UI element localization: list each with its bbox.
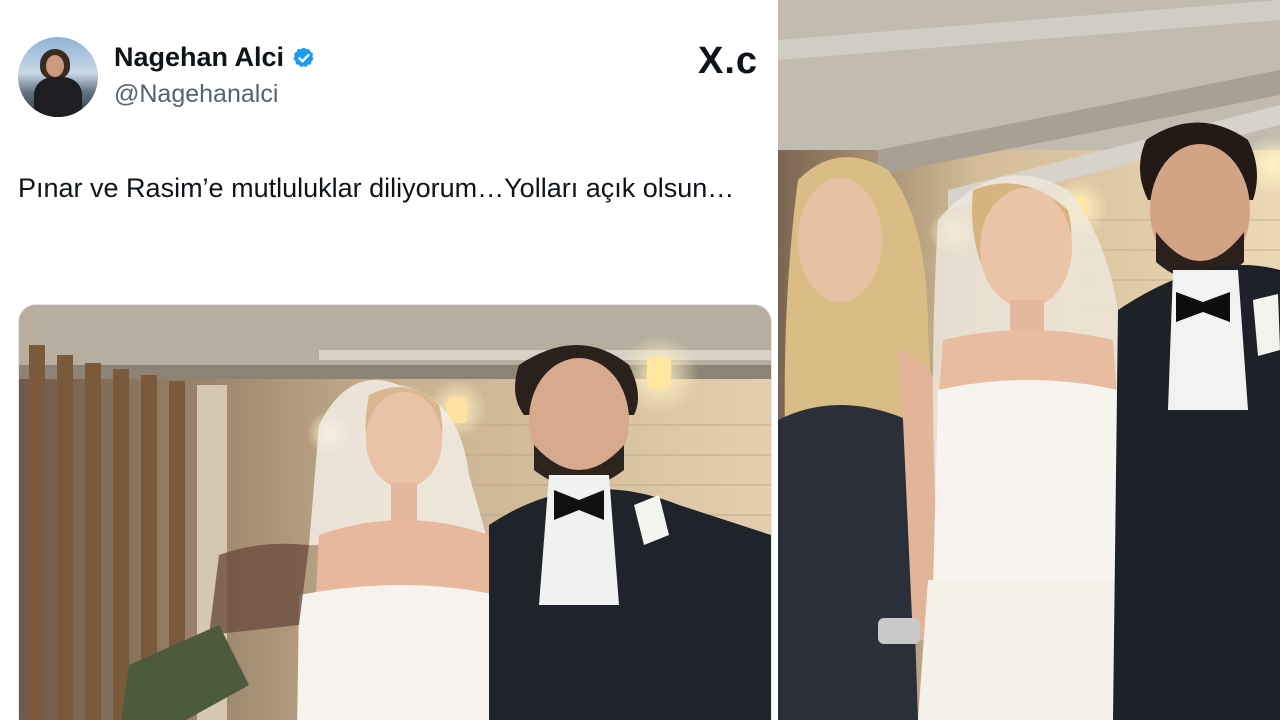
- tweet-media-photo[interactable]: [18, 304, 772, 720]
- display-name-row[interactable]: Nagehan Alci: [114, 42, 316, 73]
- handle[interactable]: @Nagehanalci: [114, 80, 278, 109]
- x-logo: X.c: [698, 40, 759, 82]
- wedding-photo-left: [19, 305, 771, 720]
- tweet-card: Nagehan Alci @Nagehanalci X.c Pınar ve R…: [0, 0, 776, 720]
- avatar-face: [46, 55, 64, 77]
- display-name[interactable]: Nagehan Alci: [114, 42, 284, 73]
- tweet-text: Pınar ve Rasim’e mutluluklar diliyorum…Y…: [18, 173, 735, 203]
- wedding-photo-right[interactable]: [778, 0, 1280, 720]
- avatar[interactable]: [18, 37, 98, 117]
- avatar-body: [34, 77, 82, 117]
- verified-badge-icon: [293, 47, 314, 67]
- wedding-photo-right-image: [778, 0, 1280, 720]
